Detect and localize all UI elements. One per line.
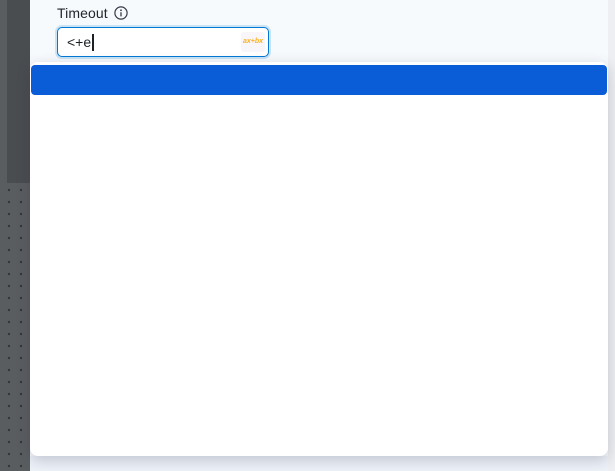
autocomplete-item[interactable]: execution.steps.canaryDepoyment.steps.Si…: [31, 215, 607, 245]
info-icon[interactable]: [114, 6, 128, 20]
timeout-input-value: <+e: [67, 34, 91, 50]
autocomplete-item[interactable]: execution.steps.canaryDepoyment.steps.Si…: [31, 155, 607, 185]
canvas-dark-panel: [7, 0, 30, 183]
timeout-input[interactable]: <+e ax+bx: [57, 27, 269, 57]
autocomplete-item[interactable]: execution.steps.canaryDepoyment.steps.Si…: [31, 185, 607, 215]
autocomplete-item[interactable]: execution.steps.canaryDepoyment.steps.ca…: [31, 425, 607, 455]
autocomplete-item[interactable]: execution.steps.canaryDepoyment.steps.ca…: [31, 365, 607, 395]
autocomplete-item[interactable]: execution.steps.canaryDepoyment.steps.ca…: [31, 335, 607, 365]
page-background-right: [608, 0, 615, 471]
canvas-dot-grid: [0, 0, 30, 471]
timeout-field-label-row: Timeout: [57, 5, 128, 21]
expression-type-button[interactable]: ax+bx: [241, 32, 265, 52]
autocomplete-item[interactable]: execution.steps.canaryDepoyment.steps.Si…: [31, 275, 607, 305]
expression-autocomplete-dropdown: execution.steps.canaryDepoyment.steps.Si…: [30, 62, 608, 456]
timeout-label: Timeout: [57, 5, 108, 21]
autocomplete-item[interactable]: e ...ps.canaryDepoyment.steps.canaryDepl…: [31, 395, 607, 425]
expression-type-label: ax+bx: [243, 38, 263, 45]
autocomplete-item[interactable]: execution.steps.canaryDepoyment.steps.Si…: [31, 125, 607, 155]
autocomplete-item[interactable]: execution.steps.canaryDepoyment.steps.Si…: [31, 245, 607, 275]
autocomplete-item[interactable]: execution.steps.canaryDepoyment.steps.Si…: [31, 65, 607, 95]
autocomplete-item[interactable]: execution.steps.canaryDepoyment.steps.ca…: [31, 305, 607, 335]
pipeline-step-config-screen: Timeout <+e ax+bx execution.steps.canary…: [0, 0, 615, 471]
text-caret: [92, 34, 94, 51]
page-background-bottom: [30, 456, 608, 471]
autocomplete-item[interactable]: execution.steps.canaryDepoyment.steps.Si…: [31, 95, 607, 125]
